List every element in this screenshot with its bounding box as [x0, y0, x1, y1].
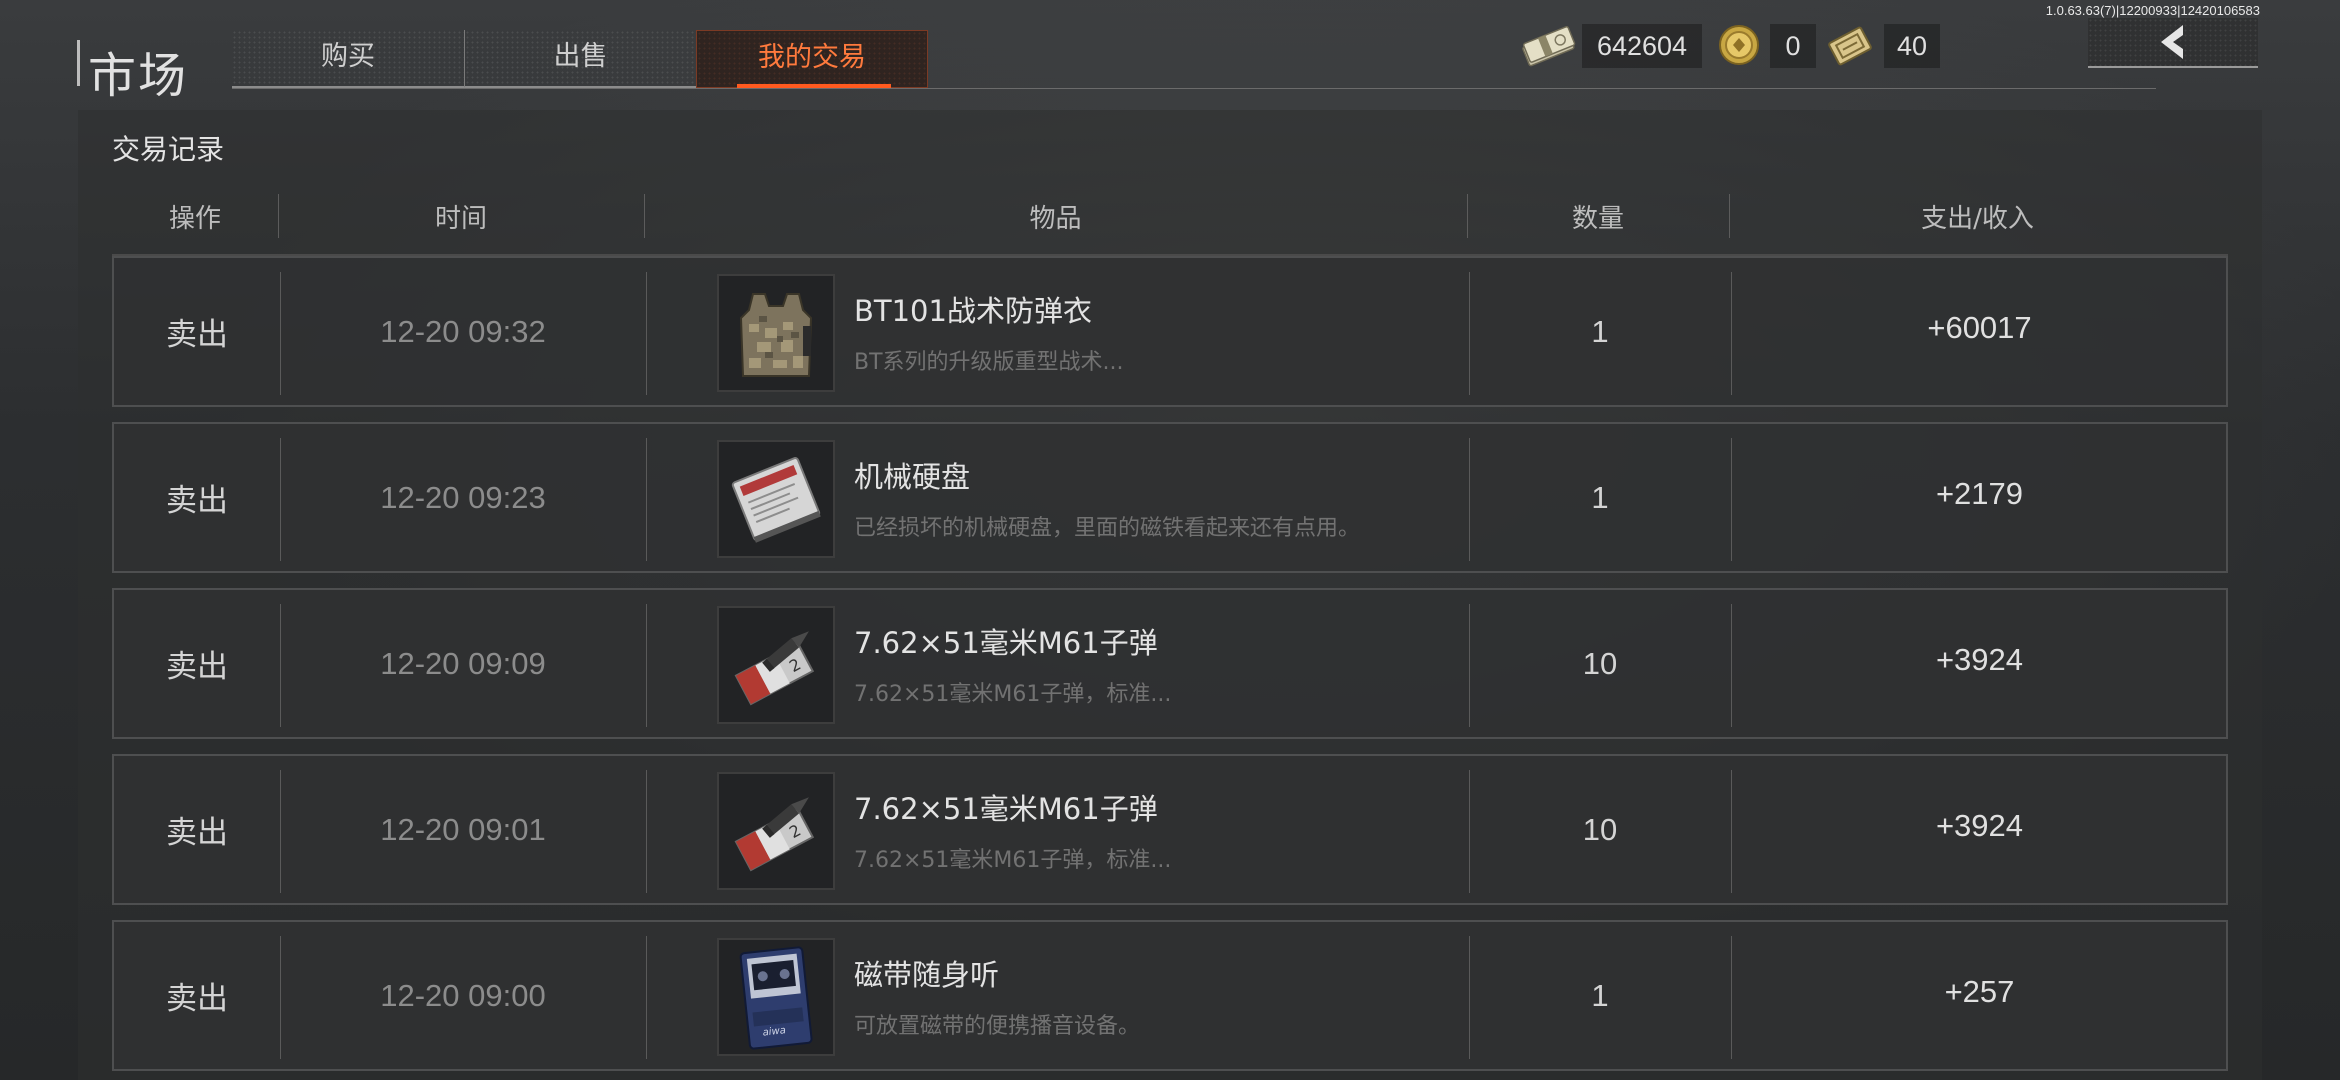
ammo-box-icon: 2 — [717, 772, 835, 890]
chevron-left-icon — [2161, 25, 2183, 59]
row-quantity: 10 — [1582, 645, 1618, 681]
row-time: 12-20 09:01 — [380, 811, 546, 847]
row-time: 12-20 09:09 — [380, 645, 546, 681]
tab-sell-label: 出售 — [553, 40, 608, 72]
cash-icon — [1522, 26, 1576, 67]
row-time: 12-20 09:00 — [380, 977, 546, 1013]
cash-amount-box: 642604 — [1582, 24, 1702, 68]
row-item-name: 机械硬盘 — [854, 460, 971, 494]
row-item-name: 磁带随身听 — [854, 958, 1000, 992]
hard-drive-icon — [717, 440, 835, 558]
tab-buy[interactable]: 购买 — [232, 30, 464, 88]
row-operation: 卖出 — [166, 981, 228, 1017]
row-item-description: 可放置磁带的便携播音设备。 — [854, 1014, 1141, 1039]
ammo-box-icon: 2 — [717, 606, 835, 724]
row-amount: +3924 — [1935, 807, 2024, 843]
row-operation: 卖出 — [166, 317, 228, 353]
coin-amount-box: 0 — [1770, 24, 1816, 68]
tactical-vest-icon — [717, 274, 835, 392]
row-item-description: 已经损坏的机械硬盘，里面的磁铁看起来还有点用。 — [854, 516, 1361, 541]
trade-row[interactable]: 卖出 12-20 09:09 2 7.62×51毫米M61子弹 7.62×51毫… — [112, 588, 2228, 739]
row-quantity: 1 — [1591, 479, 1609, 515]
column-header-amount: 支出/收入 — [1921, 203, 2034, 234]
column-header-time: 时间 — [434, 203, 487, 234]
row-operation: 卖出 — [166, 483, 228, 519]
row-item-description: BT系列的升级版重型战术... — [854, 350, 1124, 375]
version-label: 1.0.63.63(7)|12200933|12420106583 — [2045, 3, 2260, 18]
ticket-amount: 40 — [1896, 30, 1928, 61]
row-quantity: 1 — [1591, 977, 1609, 1013]
row-amount: +60017 — [1927, 309, 2032, 345]
cassette-player-icon: aiwa — [717, 938, 835, 1056]
row-item-description: 7.62×51毫米M61子弹，标准... — [854, 848, 1172, 873]
row-amount: +257 — [1944, 973, 2015, 1009]
row-quantity: 10 — [1582, 811, 1618, 847]
panel-title: 交易记录 — [112, 133, 225, 166]
column-header-quantity: 数量 — [1571, 203, 1624, 234]
row-operation: 卖出 — [166, 815, 228, 851]
ticket-icon — [1828, 26, 1872, 66]
tab-buy-label: 购买 — [321, 40, 375, 72]
page-title: 市场 — [88, 48, 189, 104]
trade-row[interactable]: 卖出 12-20 09:01 2 7.62×51毫米M61子弹 7.62×51毫… — [112, 754, 2228, 905]
coin-amount: 0 — [1785, 30, 1801, 61]
row-time: 12-20 09:32 — [380, 313, 546, 349]
tab-my-trades[interactable]: 我的交易 — [696, 30, 928, 89]
ticket-amount-box: 40 — [1884, 24, 1940, 68]
market-screen: 1.0.63.63(7)|12200933|12420106583 市场 购买 … — [0, 0, 2340, 1080]
back-button[interactable] — [2088, 18, 2258, 68]
row-item-name: 7.62×51毫米M61子弹 — [854, 792, 1158, 826]
tab-my-trades-label: 我的交易 — [758, 41, 866, 73]
row-operation: 卖出 — [166, 649, 228, 685]
trade-row[interactable]: 卖出 12-20 09:23 机械硬盘 已经损坏的机械硬盘，里面的磁铁看起来还有… — [112, 422, 2228, 573]
row-amount: +3924 — [1935, 641, 2024, 677]
row-amount: +2179 — [1935, 475, 2024, 511]
column-header-item: 物品 — [1029, 203, 1082, 234]
title-accent-bar — [77, 40, 80, 86]
tab-sell[interactable]: 出售 — [464, 30, 696, 88]
row-time: 12-20 09:23 — [380, 479, 546, 515]
row-item-name: BT101战术防弹衣 — [854, 294, 1092, 328]
header-divider — [232, 88, 2156, 89]
market-tabs: 购买 出售 我的交易 — [232, 30, 928, 90]
row-item-description: 7.62×51毫米M61子弹，标准... — [854, 682, 1172, 707]
coin-icon — [1719, 25, 1759, 65]
trade-row[interactable]: 卖出 12-20 09:00 aiwa 磁带随身听 可放置磁带的便携播音设备。 … — [112, 920, 2228, 1071]
column-header-operation: 操作 — [168, 203, 221, 234]
cash-amount: 642604 — [1596, 30, 1688, 61]
row-quantity: 1 — [1591, 313, 1609, 349]
trade-row[interactable]: 卖出 12-20 09:32 BT101战术防弹衣 BT系列的升级版重型战术..… — [112, 256, 2228, 407]
row-item-name: 7.62×51毫米M61子弹 — [854, 626, 1158, 660]
